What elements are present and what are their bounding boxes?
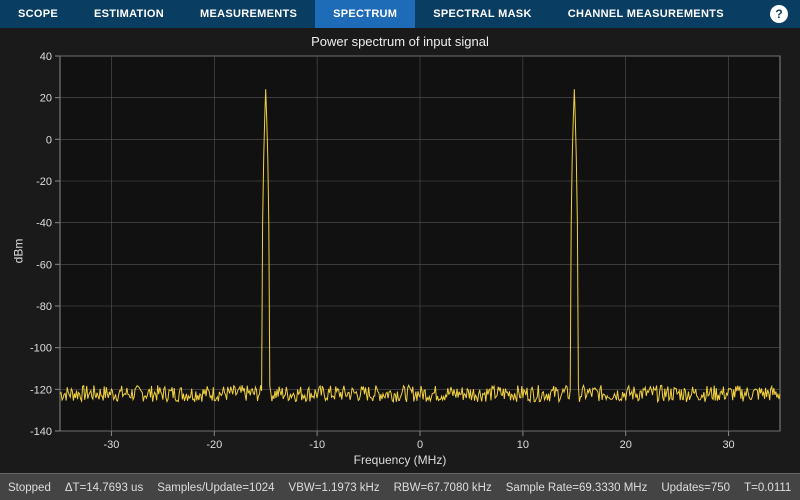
status-vbw: VBW=1.1973 kHz [289,482,380,494]
svg-text:-10: -10 [309,439,325,451]
svg-text:20: 20 [40,93,52,105]
spectrum-plot[interactable]: Power spectrum of input signal dBm Frequ… [0,28,800,473]
chart-canvas: -30-20-100102030-140-120-100-80-60-40-20… [0,28,800,473]
tab-bar: SCOPE ESTIMATION MEASUREMENTS SPECTRUM S… [0,0,800,28]
tab-spectral-mask[interactable]: SPECTRAL MASK [415,0,549,28]
status-rate: Sample Rate=69.3330 MHz [506,482,648,494]
svg-text:20: 20 [620,439,632,451]
status-t: T=0.0111 [744,482,791,494]
svg-text:40: 40 [40,51,52,63]
svg-text:-20: -20 [206,439,222,451]
svg-text:-60: -60 [36,259,52,271]
status-samples: Samples/Update=1024 [157,482,274,494]
tab-estimation[interactable]: ESTIMATION [76,0,182,28]
svg-text:-100: -100 [30,343,52,355]
status-dt: ΔT=14.7693 us [65,482,143,494]
status-updates: Updates=750 [661,482,730,494]
svg-text:-40: -40 [36,218,52,230]
tab-spectrum[interactable]: SPECTRUM [315,0,415,28]
status-rbw: RBW=67.7080 kHz [394,482,492,494]
tab-scope[interactable]: SCOPE [0,0,76,28]
svg-text:-120: -120 [30,384,52,396]
help-button[interactable]: ? [758,0,800,28]
tab-channel-measurements[interactable]: CHANNEL MEASUREMENTS [550,0,742,28]
help-icon: ? [770,5,788,23]
svg-text:-80: -80 [36,301,52,313]
status-state: Stopped [8,482,51,494]
svg-text:-30: -30 [103,439,119,451]
svg-text:10: 10 [517,439,529,451]
status-bar: Stopped ΔT=14.7693 us Samples/Update=102… [0,473,800,500]
svg-text:0: 0 [46,134,52,146]
svg-text:30: 30 [722,439,734,451]
svg-text:0: 0 [417,439,423,451]
svg-text:-140: -140 [30,426,52,438]
tab-measurements[interactable]: MEASUREMENTS [182,0,315,28]
svg-text:-20: -20 [36,176,52,188]
